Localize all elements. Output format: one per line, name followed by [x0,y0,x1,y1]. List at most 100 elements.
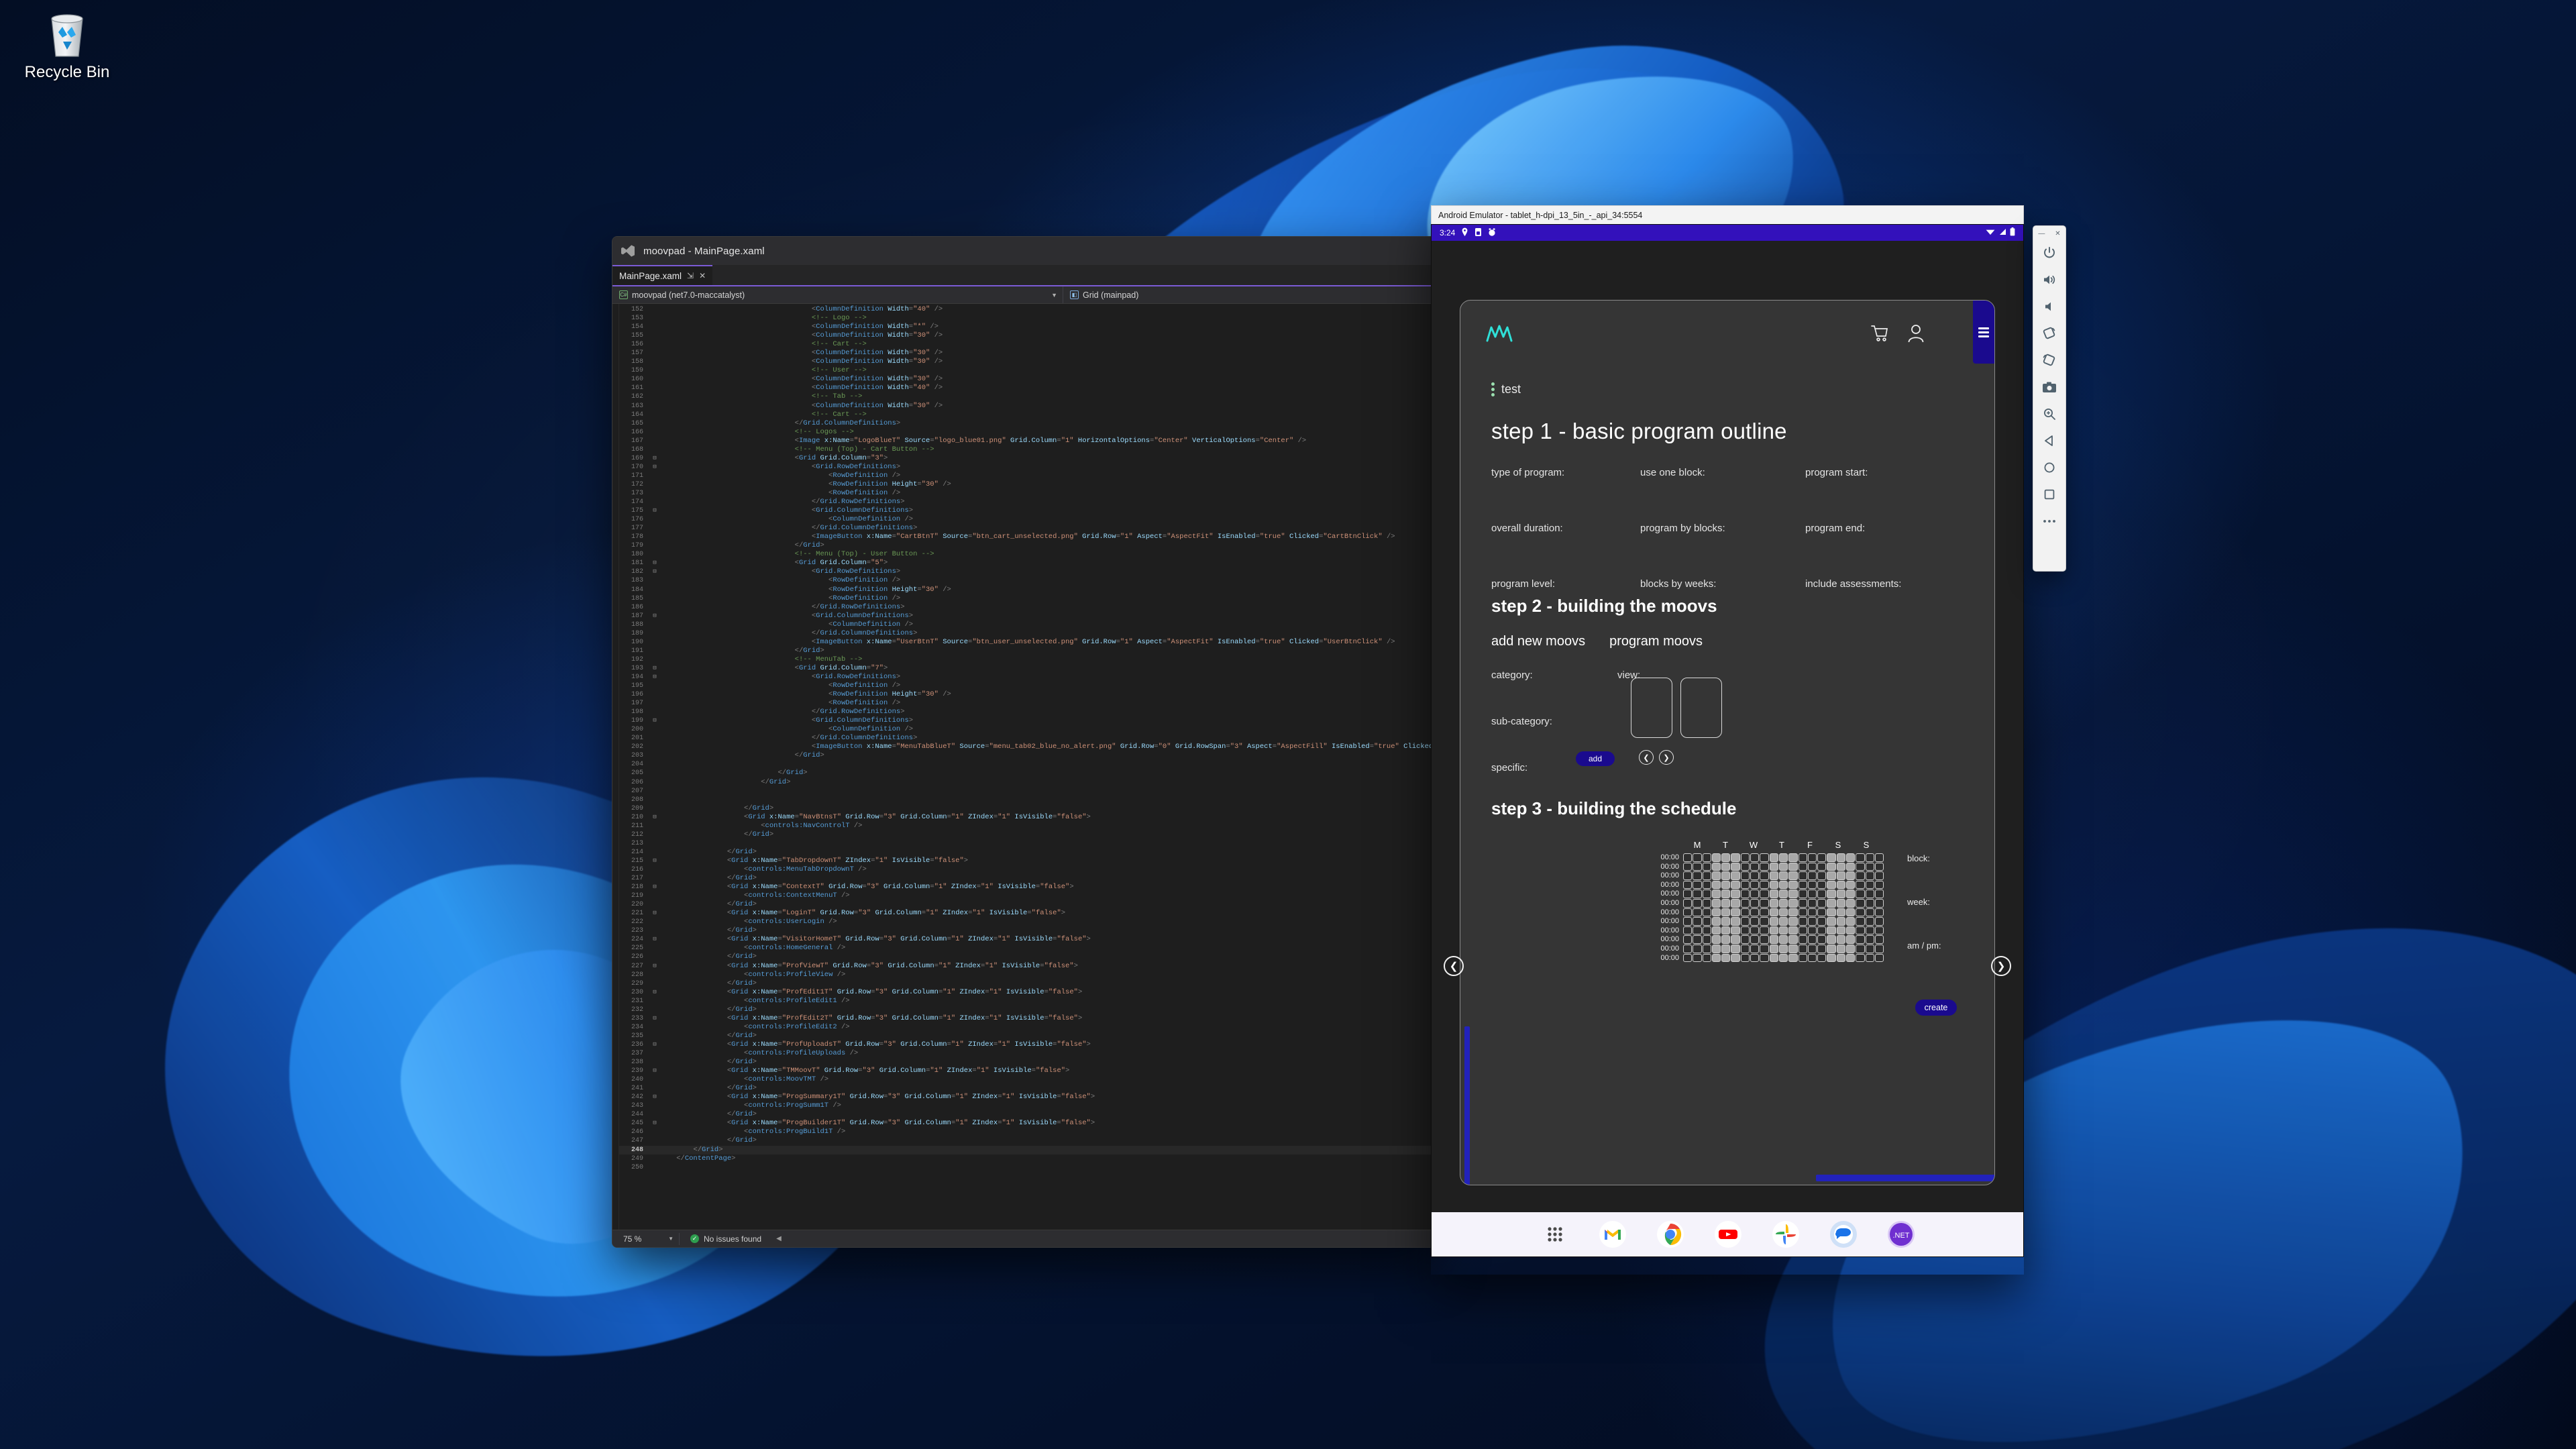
schedule-cell[interactable] [1856,871,1865,880]
code-line[interactable]: 169 ⊟ <Grid Grid.Column="3"> [619,454,1435,463]
schedule-cell[interactable] [1750,926,1760,935]
cart-icon[interactable] [1870,323,1890,343]
schedule-cell[interactable] [1721,944,1731,953]
code-line[interactable]: 223 </Grid> [619,926,1435,935]
close-icon[interactable]: ✕ [2055,230,2060,237]
schedule-cell[interactable] [1711,917,1721,926]
schedule-cell[interactable] [1846,917,1856,926]
code-line[interactable]: 174 </Grid.RowDefinitions> [619,498,1435,506]
code-line[interactable]: 237 <controls:ProfileUploads /> [619,1049,1435,1058]
schedule-grid[interactable]: MTWTFSS [1683,840,1884,963]
youtube-icon[interactable] [1714,1220,1742,1248]
code-line[interactable]: 226 </Grid> [619,953,1435,961]
schedule-cell[interactable] [1731,898,1740,908]
schedule-cell[interactable] [1683,944,1693,953]
schedule-cell[interactable] [1874,890,1884,898]
schedule-cell[interactable] [1711,853,1721,862]
vs-code-editor[interactable]: 152 <ColumnDefinition Width="40" /> 153 <… [612,304,1435,1230]
code-line[interactable]: 191 </Grid> [619,647,1435,655]
schedule-cell[interactable] [1721,871,1731,880]
schedule-cell[interactable] [1865,935,1874,944]
schedule-cell[interactable] [1865,908,1874,917]
schedule-cell[interactable] [1769,853,1778,862]
schedule-cell[interactable] [1778,898,1788,908]
code-line[interactable]: 222 <controls:UserLogin /> [619,918,1435,926]
schedule-cell[interactable] [1836,880,1846,890]
schedule-cell[interactable] [1874,853,1884,862]
chrome-icon[interactable] [1656,1220,1684,1248]
schedule-cell[interactable] [1702,890,1711,898]
code-line[interactable]: 241 </Grid> [619,1084,1435,1093]
code-line[interactable]: 224 ⊟ <Grid x:Name="VisitorHomeT" Grid.Ro… [619,935,1435,944]
hamburger-menu-icon[interactable] [1973,301,1994,364]
code-line[interactable]: 206 </Grid> [619,778,1435,787]
schedule-cell[interactable] [1683,880,1693,890]
code-line[interactable]: 197 <RowDefinition /> [619,699,1435,708]
code-line[interactable]: 189 </Grid.ColumnDefinitions> [619,629,1435,638]
schedule-cell[interactable] [1693,926,1702,935]
fold-toggle-icon[interactable]: ⊟ [650,814,659,820]
schedule-cell[interactable] [1693,871,1702,880]
schedule-cell[interactable] [1817,862,1827,871]
chevron-left-icon[interactable]: ❮ [1639,750,1654,765]
schedule-cell[interactable] [1817,871,1827,880]
schedule-cell[interactable] [1874,917,1884,926]
schedule-cell[interactable] [1798,908,1807,917]
code-line[interactable]: 170 ⊟ <Grid.RowDefinitions> [619,463,1435,472]
schedule-cell[interactable] [1788,890,1798,898]
schedule-cell[interactable] [1693,880,1702,890]
schedule-cell[interactable] [1769,944,1778,953]
chevron-down-icon[interactable]: ▼ [1051,292,1057,299]
code-line[interactable]: 178 <ImageButton x:Name="CartBtnT" Sourc… [619,533,1435,541]
schedule-cell[interactable] [1711,926,1721,935]
schedule-cell[interactable] [1702,944,1711,953]
tab-program-moovs[interactable]: program moovs [1609,634,1703,649]
schedule-cell[interactable] [1836,898,1846,908]
emulator-title-bar[interactable]: Android Emulator - tablet_h-dpi_13_5in_-… [1431,205,2024,224]
schedule-cell[interactable] [1750,917,1760,926]
schedule-cell[interactable] [1721,917,1731,926]
close-icon[interactable]: ✕ [699,272,706,280]
schedule-cell[interactable] [1827,944,1836,953]
fold-toggle-icon[interactable]: ⊟ [650,674,659,680]
fold-toggle-icon[interactable]: ⊟ [650,989,659,996]
schedule-cell[interactable] [1817,890,1827,898]
code-line[interactable]: 201 </Grid.ColumnDefinitions> [619,734,1435,743]
code-line[interactable]: 188 <ColumnDefinition /> [619,621,1435,629]
schedule-cell[interactable] [1865,917,1874,926]
schedule-cell[interactable] [1874,898,1884,908]
code-line[interactable]: 227 ⊟ <Grid x:Name="ProfViewT" Grid.Row="… [619,962,1435,971]
schedule-cell[interactable] [1817,944,1827,953]
code-line[interactable]: 155 <ColumnDefinition Width="30" /> [619,331,1435,340]
fold-toggle-icon[interactable]: ⊟ [650,963,659,969]
code-line[interactable]: 212 </Grid> [619,830,1435,839]
schedule-cell[interactable] [1807,898,1817,908]
fold-toggle-icon[interactable]: ⊟ [650,665,659,672]
xaml-source-code[interactable]: 152 <ColumnDefinition Width="40" /> 153 <… [619,304,1435,1230]
schedule-cell[interactable] [1874,908,1884,917]
schedule-cell[interactable] [1683,926,1693,935]
code-line[interactable]: 196 <RowDefinition Height="30" /> [619,690,1435,699]
schedule-cell[interactable] [1798,862,1807,871]
fold-toggle-icon[interactable]: ⊟ [650,1094,659,1100]
schedule-cell[interactable] [1740,908,1750,917]
code-line[interactable]: 234 <controls:ProfileEdit2 /> [619,1023,1435,1032]
schedule-cell[interactable] [1683,862,1693,871]
schedule-cell[interactable] [1807,953,1817,963]
android-dock[interactable]: .NET [1432,1212,2023,1256]
code-line[interactable]: 158 <ColumnDefinition Width="30" /> [619,358,1435,366]
schedule-cell[interactable] [1711,944,1721,953]
schedule-cell[interactable] [1693,890,1702,898]
schedule-cell[interactable] [1846,862,1856,871]
schedule-cell[interactable] [1750,862,1760,871]
code-line[interactable]: 232 </Grid> [619,1006,1435,1014]
emulator-side-toolbar[interactable]: — ✕ [2033,225,2066,572]
chevron-down-icon[interactable]: ▼ [668,1236,674,1242]
code-line[interactable]: 182 ⊟ <Grid.RowDefinitions> [619,568,1435,576]
schedule-cell[interactable] [1711,862,1721,871]
schedule-cell[interactable] [1721,890,1731,898]
schedule-cell[interactable] [1798,898,1807,908]
schedule-cell[interactable] [1769,862,1778,871]
code-line[interactable]: 181 ⊟ <Grid Grid.Column="5"> [619,559,1435,568]
schedule-cell[interactable] [1836,953,1846,963]
